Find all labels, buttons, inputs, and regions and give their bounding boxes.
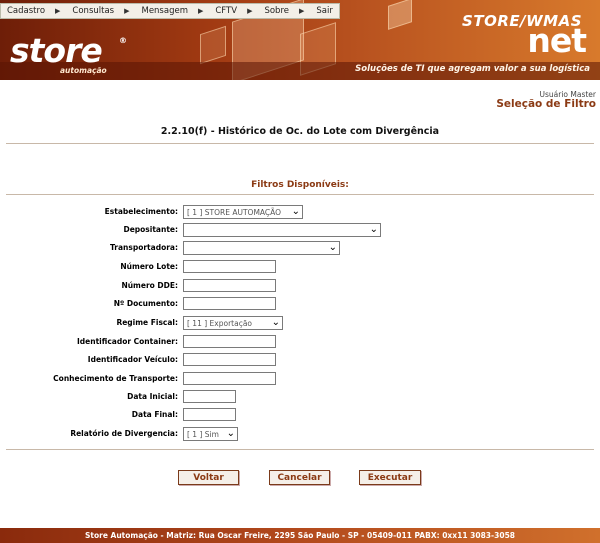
row-estabelecimento: Estabelecimento: [ 1 ] STORE AUTOMAÇÃO ⌄ bbox=[0, 205, 600, 221]
numero-dde-label: Número DDE: bbox=[121, 281, 178, 290]
menu-item-label: Cadastro bbox=[7, 6, 46, 16]
relatorio-divergencia-value: [ 1 ] Sim bbox=[187, 430, 219, 439]
menu-item-label: Sair bbox=[316, 6, 333, 16]
row-relatorio-divergencia: Relatório de Divergencia: [ 1 ] Sim ⌄ bbox=[0, 427, 600, 443]
product-net-logo: net bbox=[527, 21, 587, 60]
regime-fiscal-select[interactable]: [ 11 ] Exportação ⌄ bbox=[183, 316, 283, 330]
logo-subtitle: automação bbox=[60, 66, 107, 75]
divider bbox=[6, 449, 594, 450]
estabelecimento-label: Estabelecimento: bbox=[104, 207, 178, 216]
identificador-container-label: Identificador Container: bbox=[77, 337, 178, 346]
row-transportadora: Transportadora: ⌄ bbox=[0, 241, 600, 257]
depositante-select[interactable]: ⌄ bbox=[183, 223, 381, 237]
row-regime-fiscal: Regime Fiscal: [ 11 ] Exportação ⌄ bbox=[0, 316, 600, 332]
conhecimento-transporte-label: Conhecimento de Transporte: bbox=[53, 374, 178, 383]
divider bbox=[6, 194, 594, 195]
chevron-down-icon: ⌄ bbox=[226, 428, 235, 439]
menu-item-cftv[interactable]: CFTV ▶ bbox=[209, 4, 258, 18]
menu-arrow-icon: ▶ bbox=[197, 7, 204, 15]
tagline: Soluções de TI que agregam valor a sua l… bbox=[355, 64, 590, 74]
menu-item-label: Sobre bbox=[264, 6, 289, 16]
data-final-input[interactable] bbox=[183, 408, 236, 421]
menu-item-label: CFTV bbox=[215, 6, 238, 16]
page-title: 2.2.10(f) - Histórico de Oc. do Lote com… bbox=[160, 126, 440, 137]
regime-fiscal-value: [ 11 ] Exportação bbox=[187, 319, 253, 328]
menu-arrow-icon: ▶ bbox=[124, 7, 130, 15]
identificador-veiculo-input[interactable] bbox=[183, 353, 276, 366]
row-conhecimento-transporte: Conhecimento de Transporte: bbox=[0, 372, 600, 388]
data-final-label: Data Final: bbox=[131, 410, 178, 419]
row-numero-lote: Número Lote: bbox=[0, 260, 600, 276]
row-data-final: Data Final: bbox=[0, 408, 600, 424]
numero-lote-label: Número Lote: bbox=[120, 262, 178, 271]
chevron-down-icon: ⌄ bbox=[291, 206, 300, 217]
menu-item-mensagem[interactable]: Mensagem ▶ bbox=[135, 4, 209, 18]
data-inicial-input[interactable] bbox=[183, 390, 236, 403]
row-depositante: Depositante: ⌄ bbox=[0, 223, 600, 239]
estabelecimento-select[interactable]: [ 1 ] STORE AUTOMAÇÃO ⌄ bbox=[183, 205, 303, 219]
numero-documento-label: Nº Documento: bbox=[113, 299, 178, 308]
transportadora-select[interactable]: ⌄ bbox=[183, 241, 340, 255]
transportadora-label: Transportadora: bbox=[109, 243, 178, 252]
divider bbox=[6, 143, 594, 144]
executar-button[interactable]: Executar bbox=[359, 470, 421, 485]
registered-mark: ® bbox=[119, 36, 127, 45]
menu-arrow-icon: ▶ bbox=[247, 7, 253, 15]
identificador-container-input[interactable] bbox=[183, 335, 276, 348]
menu-item-consultas[interactable]: Consultas ▶ bbox=[66, 4, 135, 18]
conhecimento-transporte-input[interactable] bbox=[183, 372, 276, 385]
relatorio-divergencia-select[interactable]: [ 1 ] Sim ⌄ bbox=[183, 427, 238, 441]
chevron-down-icon: ⌄ bbox=[271, 317, 280, 328]
regime-fiscal-label: Regime Fiscal: bbox=[116, 318, 178, 327]
row-identificador-container: Identificador Container: bbox=[0, 335, 600, 351]
menu-arrow-icon: ▶ bbox=[298, 7, 305, 15]
relatorio-divergencia-label: Relatório de Divergencia: bbox=[70, 429, 178, 438]
identificador-veiculo-label: Identificador Veículo: bbox=[87, 355, 178, 364]
menu-item-label: Mensagem bbox=[141, 6, 188, 16]
page-subtitle: Seleção de Filtro bbox=[496, 98, 596, 110]
footer: Store Automação - Matriz: Rua Oscar Frei… bbox=[0, 528, 600, 543]
row-numero-dde: Número DDE: bbox=[0, 279, 600, 295]
voltar-button[interactable]: Voltar bbox=[178, 470, 239, 485]
header-banner: Cadastro ▶ Consultas ▶ Mensagem ▶ CFTV ▶… bbox=[0, 0, 600, 80]
depositante-label: Depositante: bbox=[123, 225, 178, 234]
menu-item-sobre[interactable]: Sobre ▶ bbox=[258, 4, 310, 18]
data-inicial-label: Data Inicial: bbox=[127, 392, 178, 401]
filters-section-title: Filtros Disponíveis: bbox=[251, 180, 349, 190]
chevron-down-icon: ⌄ bbox=[328, 242, 337, 253]
numero-documento-input[interactable] bbox=[183, 297, 276, 310]
menu-arrow-icon: ▶ bbox=[55, 7, 61, 15]
store-logo: store bbox=[10, 31, 103, 70]
cancelar-button[interactable]: Cancelar bbox=[269, 470, 330, 485]
numero-dde-input[interactable] bbox=[183, 279, 276, 292]
row-data-inicial: Data Inicial: bbox=[0, 390, 600, 406]
menu-item-label: Consultas bbox=[72, 6, 115, 16]
numero-lote-input[interactable] bbox=[183, 260, 276, 273]
menu-item-sair[interactable]: Sair bbox=[310, 4, 338, 18]
estabelecimento-value: [ 1 ] STORE AUTOMAÇÃO bbox=[187, 208, 282, 217]
main-menu: Cadastro ▶ Consultas ▶ Mensagem ▶ CFTV ▶… bbox=[0, 3, 340, 19]
banner-decoration bbox=[388, 0, 412, 30]
menu-item-cadastro[interactable]: Cadastro ▶ bbox=[1, 4, 66, 18]
row-numero-documento: Nº Documento: bbox=[0, 297, 600, 313]
banner-decoration bbox=[200, 25, 226, 65]
chevron-down-icon: ⌄ bbox=[369, 224, 378, 235]
row-identificador-veiculo: Identificador Veículo: bbox=[0, 353, 600, 369]
